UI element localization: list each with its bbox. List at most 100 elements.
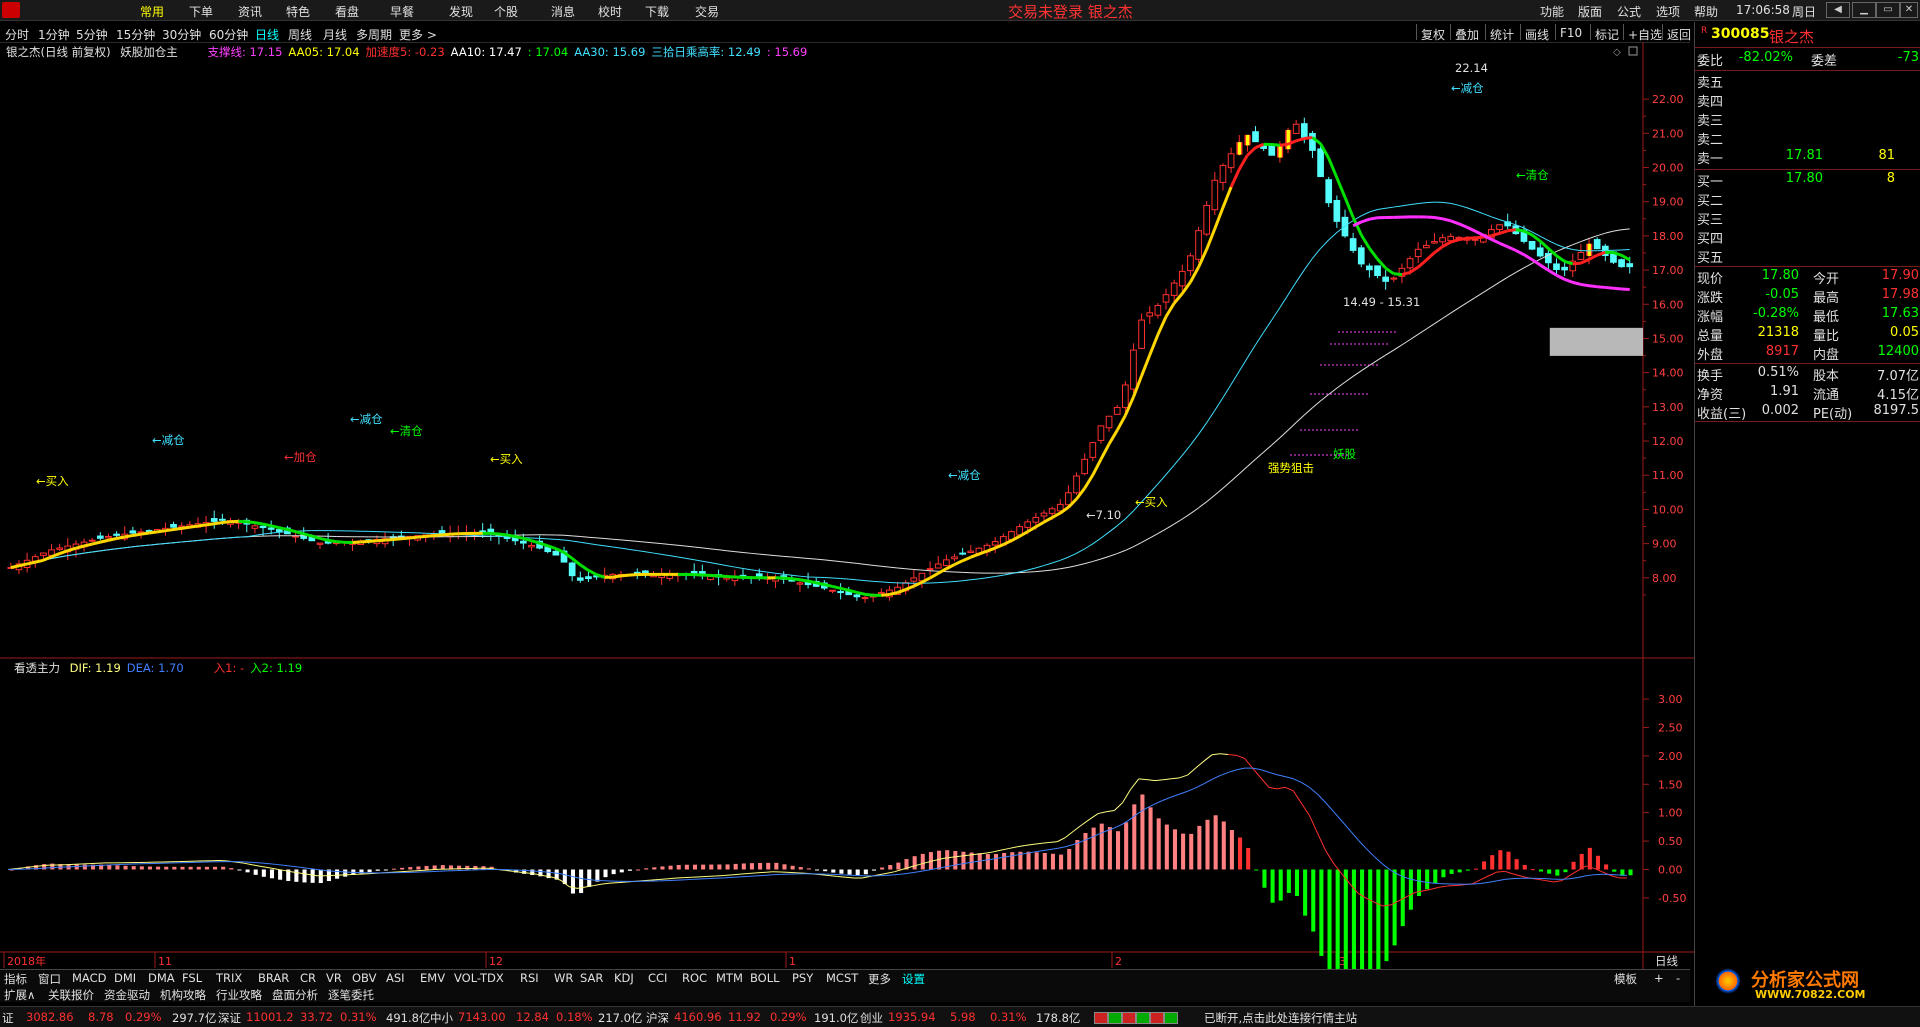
dea-line	[529, 871, 537, 872]
right-menu-1[interactable]: 版面	[1578, 3, 1602, 20]
indicator-tab-1[interactable]: 窗口	[38, 971, 61, 987]
period-6[interactable]: 日线	[255, 26, 279, 43]
aa30-line	[1182, 445, 1190, 455]
period-10[interactable]: 更多 >	[399, 26, 437, 43]
ext-tab-4[interactable]: 行业攻略	[216, 987, 262, 1003]
macd-bar	[1596, 856, 1600, 870]
period-8[interactable]: 月线	[323, 26, 347, 43]
indicator-tab-8[interactable]: CR	[300, 971, 316, 985]
period-9[interactable]: 多周期	[356, 26, 392, 43]
right-menu-2[interactable]: 公式	[1617, 3, 1641, 20]
minimize-icon[interactable]: ▁	[1852, 2, 1876, 18]
indicator-tab-16[interactable]: SAR	[580, 971, 603, 985]
aa05-line	[174, 528, 182, 529]
indicator-tab-24[interactable]: 更多	[868, 971, 891, 987]
indicator-tab-21[interactable]: BOLL	[750, 971, 780, 985]
aa10-line	[1085, 561, 1093, 563]
dea-line	[887, 875, 895, 876]
right-menu-3[interactable]: 选项	[1656, 3, 1680, 20]
indicator-tab-4[interactable]: DMA	[148, 971, 175, 985]
menu-9[interactable]: 校时	[598, 3, 622, 20]
macd-bar	[701, 865, 705, 870]
ext-tab-3[interactable]: 机构攻略	[160, 987, 206, 1003]
tool-0[interactable]: 复权	[1421, 26, 1445, 43]
indicator-tab-23[interactable]: MCST	[826, 971, 858, 985]
kline-chart[interactable]: ◇ 22.0021.0020.0019.0018.0017.0016.0015.…	[0, 42, 1694, 977]
ext-tab-2[interactable]: 资金驱动	[104, 987, 150, 1003]
menu-4[interactable]: 看盘	[335, 3, 359, 20]
menu-11[interactable]: 交易	[695, 3, 719, 20]
menu-7[interactable]: 个股	[494, 3, 518, 20]
aa05-line	[206, 524, 214, 525]
indicator-tab-13[interactable]: VOL-TDX	[454, 971, 504, 985]
period-3[interactable]: 15分钟	[116, 26, 155, 43]
index-status-bar[interactable]: 证3082.868.780.29%297.7亿深证11001.233.720.3…	[0, 1006, 1920, 1027]
menu-0[interactable]: 常用	[140, 3, 164, 20]
ext-tab-6[interactable]: 逐笔委托	[328, 987, 374, 1003]
tool-7[interactable]: 返回	[1667, 26, 1691, 43]
period-4[interactable]: 30分钟	[162, 26, 201, 43]
candle-body	[1122, 385, 1128, 408]
tab-right-1[interactable]: +	[1654, 971, 1664, 985]
indicator-tab-9[interactable]: VR	[326, 971, 342, 985]
menu-8[interactable]: 消息	[551, 3, 575, 20]
tool-1[interactable]: 叠加	[1455, 26, 1479, 43]
tool-3[interactable]: 画线	[1525, 26, 1549, 43]
close-icon[interactable]: ✕	[1900, 2, 1918, 18]
aa30-line	[979, 578, 987, 579]
indicator-tab-15[interactable]: WR	[554, 971, 573, 985]
aa10-line	[1589, 236, 1597, 239]
support-line	[1597, 287, 1605, 288]
period-1[interactable]: 1分钟	[38, 26, 70, 43]
tab-right-0[interactable]: 模板	[1614, 971, 1637, 987]
period-0[interactable]: 分时	[5, 26, 29, 43]
menu-6[interactable]: 发现	[449, 3, 473, 20]
back-icon[interactable]: ◀	[1826, 2, 1850, 18]
indicator-tab-6[interactable]: TRIX	[216, 971, 242, 985]
indicator-tab-12[interactable]: EMV	[420, 971, 445, 985]
right-menu-0[interactable]: 功能	[1540, 3, 1564, 20]
tool-2[interactable]: 统计	[1490, 26, 1514, 43]
ext-tab-1[interactable]: 关联报价	[48, 987, 94, 1003]
indicator-tab-22[interactable]: PSY	[792, 971, 813, 985]
period-7[interactable]: 周线	[288, 26, 312, 43]
period-5[interactable]: 60分钟	[209, 26, 248, 43]
candle-body	[1098, 426, 1104, 441]
menu-3[interactable]: 特色	[286, 3, 310, 20]
menu-1[interactable]: 下单	[189, 3, 213, 20]
tab-right-2[interactable]: -	[1676, 971, 1680, 985]
candle-body	[1529, 241, 1535, 249]
indicator-tab-18[interactable]: CCI	[648, 971, 667, 985]
indicator-tab-25[interactable]: 设置	[902, 971, 925, 987]
indicator-tab-11[interactable]: ASI	[386, 971, 405, 985]
aa30-line	[1028, 568, 1036, 570]
menu-2[interactable]: 资讯	[238, 3, 262, 20]
aa30-line	[564, 540, 572, 541]
right-menu-4[interactable]: 帮助	[1694, 3, 1718, 20]
aa30-line	[678, 557, 686, 558]
indicator-tab-2[interactable]: MACD	[72, 971, 106, 985]
aa05-line	[328, 540, 336, 541]
indicator-tab-19[interactable]: ROC	[682, 971, 707, 985]
indicator-tab-7[interactable]: BRAR	[258, 971, 289, 985]
indicator-tab-0[interactable]: 指标	[4, 971, 27, 987]
maximize-icon[interactable]: ▭	[1876, 2, 1900, 18]
period-2[interactable]: 5分钟	[76, 26, 108, 43]
tool-4[interactable]: F10	[1560, 26, 1582, 40]
indicator-tab-5[interactable]: FSL	[182, 971, 202, 985]
indicator-tab-3[interactable]: DMI	[114, 971, 136, 985]
menu-10[interactable]: 下载	[645, 3, 669, 20]
indicator-tab-14[interactable]: RSI	[520, 971, 539, 985]
indicator-tab-20[interactable]: MTM	[716, 971, 743, 985]
indicator-tab-10[interactable]: OBV	[352, 971, 376, 985]
indicator-tab-17[interactable]: KDJ	[614, 971, 634, 985]
menu-5[interactable]: 早餐	[390, 3, 414, 20]
tool-5[interactable]: 标记	[1595, 26, 1619, 43]
tool-6[interactable]: +自选	[1628, 26, 1662, 43]
candle-body	[1334, 200, 1340, 221]
ext-tab-0[interactable]: 扩展∧	[4, 987, 35, 1003]
ext-tab-5[interactable]: 盘面分析	[272, 987, 318, 1003]
wc-value: -73	[1898, 50, 1919, 65]
macd-name[interactable]: 看透主力	[14, 661, 60, 675]
candle-body	[1310, 133, 1316, 150]
